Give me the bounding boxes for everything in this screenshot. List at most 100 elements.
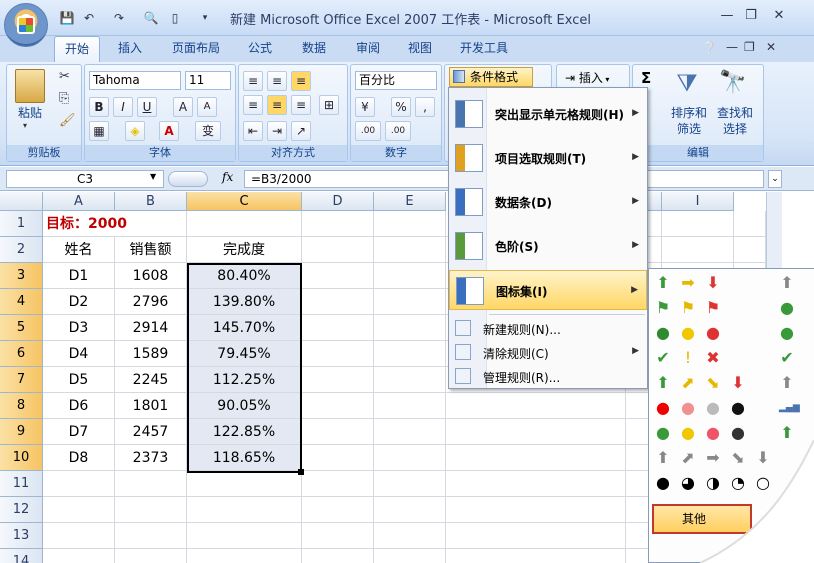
icon-set-glyph-icon[interactable]: ●: [730, 400, 746, 416]
data-cell[interactable]: D1: [43, 263, 115, 289]
icon-set-glyph-icon[interactable]: ⬆: [655, 450, 671, 466]
column-header-e[interactable]: E: [374, 192, 446, 211]
cell[interactable]: [187, 523, 302, 549]
data-cell[interactable]: 1608: [115, 263, 187, 289]
tab-developer[interactable]: 开发工具: [452, 36, 516, 60]
cell[interactable]: [734, 237, 766, 263]
cell[interactable]: [446, 393, 626, 419]
cell[interactable]: [302, 315, 374, 341]
icon-set-glyph-icon[interactable]: ⚑: [655, 300, 671, 316]
shrink-font-icon[interactable]: A: [197, 97, 217, 117]
icon-set-glyph-icon[interactable]: ⚑: [680, 300, 696, 316]
icon-set-glyph-icon[interactable]: ⬈: [680, 375, 696, 391]
icon-set-glyph-icon[interactable]: ●: [705, 425, 721, 441]
save-icon[interactable]: 💾: [58, 9, 76, 27]
icon-set-glyph-icon[interactable]: ◕: [680, 475, 696, 491]
data-cell[interactable]: 2457: [115, 419, 187, 445]
cell[interactable]: [374, 549, 446, 563]
icon-set-glyph-icon[interactable]: ●: [655, 400, 671, 416]
paste-button[interactable]: 粘贴: [13, 105, 47, 121]
cell[interactable]: [187, 211, 302, 237]
icon-set-glyph-icon[interactable]: ➡: [705, 450, 721, 466]
increase-indent-icon[interactable]: ⇥: [267, 121, 287, 141]
menu-item-top-bottom-rules[interactable]: 项目选取规则(T) ▶: [449, 138, 647, 178]
sort-filter-icon[interactable]: ⧩: [673, 69, 701, 97]
icon-set-glyph-icon[interactable]: ⚑: [705, 300, 721, 316]
new-document-icon[interactable]: ▯: [166, 9, 184, 27]
font-color-icon[interactable]: A: [159, 121, 179, 141]
align-left-icon[interactable]: ≡: [243, 95, 263, 115]
data-cell[interactable]: 139.80%: [187, 289, 302, 315]
icon-set-glyph-icon[interactable]: ⬆: [779, 275, 795, 291]
icon-set-glyph-icon[interactable]: ●: [680, 400, 696, 416]
cell[interactable]: [374, 237, 446, 263]
select-all-corner[interactable]: [0, 192, 43, 211]
format-painter-icon[interactable]: 🖌: [59, 113, 76, 128]
icon-set-glyph-icon[interactable]: ⬆: [655, 375, 671, 391]
cell[interactable]: [302, 237, 374, 263]
row-header-8[interactable]: 8: [0, 393, 43, 419]
decrease-indent-icon[interactable]: ⇤: [243, 121, 263, 141]
cell[interactable]: [43, 523, 115, 549]
data-cell[interactable]: 1589: [115, 341, 187, 367]
ribbon-minimize-icon[interactable]: —: [726, 40, 738, 54]
tab-formulas[interactable]: 公式: [238, 36, 282, 60]
workbook-close-icon[interactable]: ✕: [766, 40, 776, 54]
find-select-label[interactable]: 查找和: [713, 105, 757, 121]
data-cell[interactable]: 2914: [115, 315, 187, 341]
cell[interactable]: [374, 419, 446, 445]
grow-font-icon[interactable]: A: [173, 97, 193, 117]
data-cell[interactable]: 2796: [115, 289, 187, 315]
clear-rules-item[interactable]: 清除规则(C) ▶: [449, 340, 647, 364]
align-bottom-icon[interactable]: ≡: [291, 71, 311, 91]
data-cell[interactable]: D7: [43, 419, 115, 445]
cell[interactable]: [302, 471, 374, 497]
cell[interactable]: [446, 497, 626, 523]
copy-icon[interactable]: ⎘: [59, 91, 69, 106]
icon-set-glyph-icon[interactable]: ✖: [705, 350, 721, 366]
cell[interactable]: [374, 497, 446, 523]
align-middle-icon[interactable]: ≡: [267, 71, 287, 91]
fill-color-icon[interactable]: ◈: [125, 121, 145, 141]
print-preview-icon[interactable]: 🔍: [142, 9, 160, 27]
align-center-icon[interactable]: ≡: [267, 95, 287, 115]
increase-decimal-button[interactable]: .00: [355, 121, 381, 141]
icon-set-glyph-icon[interactable]: ⬊: [705, 375, 721, 391]
cell[interactable]: [187, 471, 302, 497]
comma-button[interactable]: ,: [415, 97, 435, 117]
new-rule-item[interactable]: 新建规则(N)...: [449, 316, 647, 340]
align-right-icon[interactable]: ≡: [291, 95, 311, 115]
expand-formula-icon[interactable]: ⌄: [768, 170, 782, 188]
currency-icon[interactable]: ¥: [355, 97, 375, 117]
cell[interactable]: [374, 341, 446, 367]
paste-dropdown-icon[interactable]: ▾: [23, 121, 27, 130]
cell[interactable]: [302, 523, 374, 549]
row-header-11[interactable]: 11: [0, 471, 43, 497]
cell[interactable]: [446, 549, 626, 563]
icon-set-glyph-icon[interactable]: ⬇: [705, 275, 721, 291]
find-select-icon[interactable]: 🔭: [719, 69, 747, 97]
restore-icon[interactable]: ❐: [742, 8, 760, 24]
minimize-icon[interactable]: —: [718, 8, 736, 24]
data-cell[interactable]: D5: [43, 367, 115, 393]
cell[interactable]: [446, 445, 626, 471]
align-top-icon[interactable]: ≡: [243, 71, 263, 91]
icon-set-glyph-icon[interactable]: ⬇: [755, 450, 771, 466]
data-cell[interactable]: 122.85%: [187, 419, 302, 445]
icon-set-glyph-icon[interactable]: ✔: [779, 350, 795, 366]
data-cell[interactable]: 112.25%: [187, 367, 302, 393]
icon-set-glyph-icon[interactable]: ●: [730, 425, 746, 441]
tab-review[interactable]: 审阅: [346, 36, 390, 60]
cell[interactable]: [302, 367, 374, 393]
icon-set-glyph-icon[interactable]: ⬆: [779, 425, 795, 441]
icon-set-glyph-icon[interactable]: ●: [705, 400, 721, 416]
cell[interactable]: [302, 445, 374, 471]
icon-set-glyph-icon[interactable]: ◑: [705, 475, 721, 491]
help-icon[interactable]: ❔: [702, 41, 717, 55]
redo-icon[interactable]: ↷: [110, 9, 128, 27]
cell[interactable]: [302, 419, 374, 445]
cell[interactable]: [302, 211, 374, 237]
cell[interactable]: [374, 523, 446, 549]
data-cell[interactable]: D8: [43, 445, 115, 471]
icon-set-glyph-icon[interactable]: ●: [779, 325, 795, 341]
